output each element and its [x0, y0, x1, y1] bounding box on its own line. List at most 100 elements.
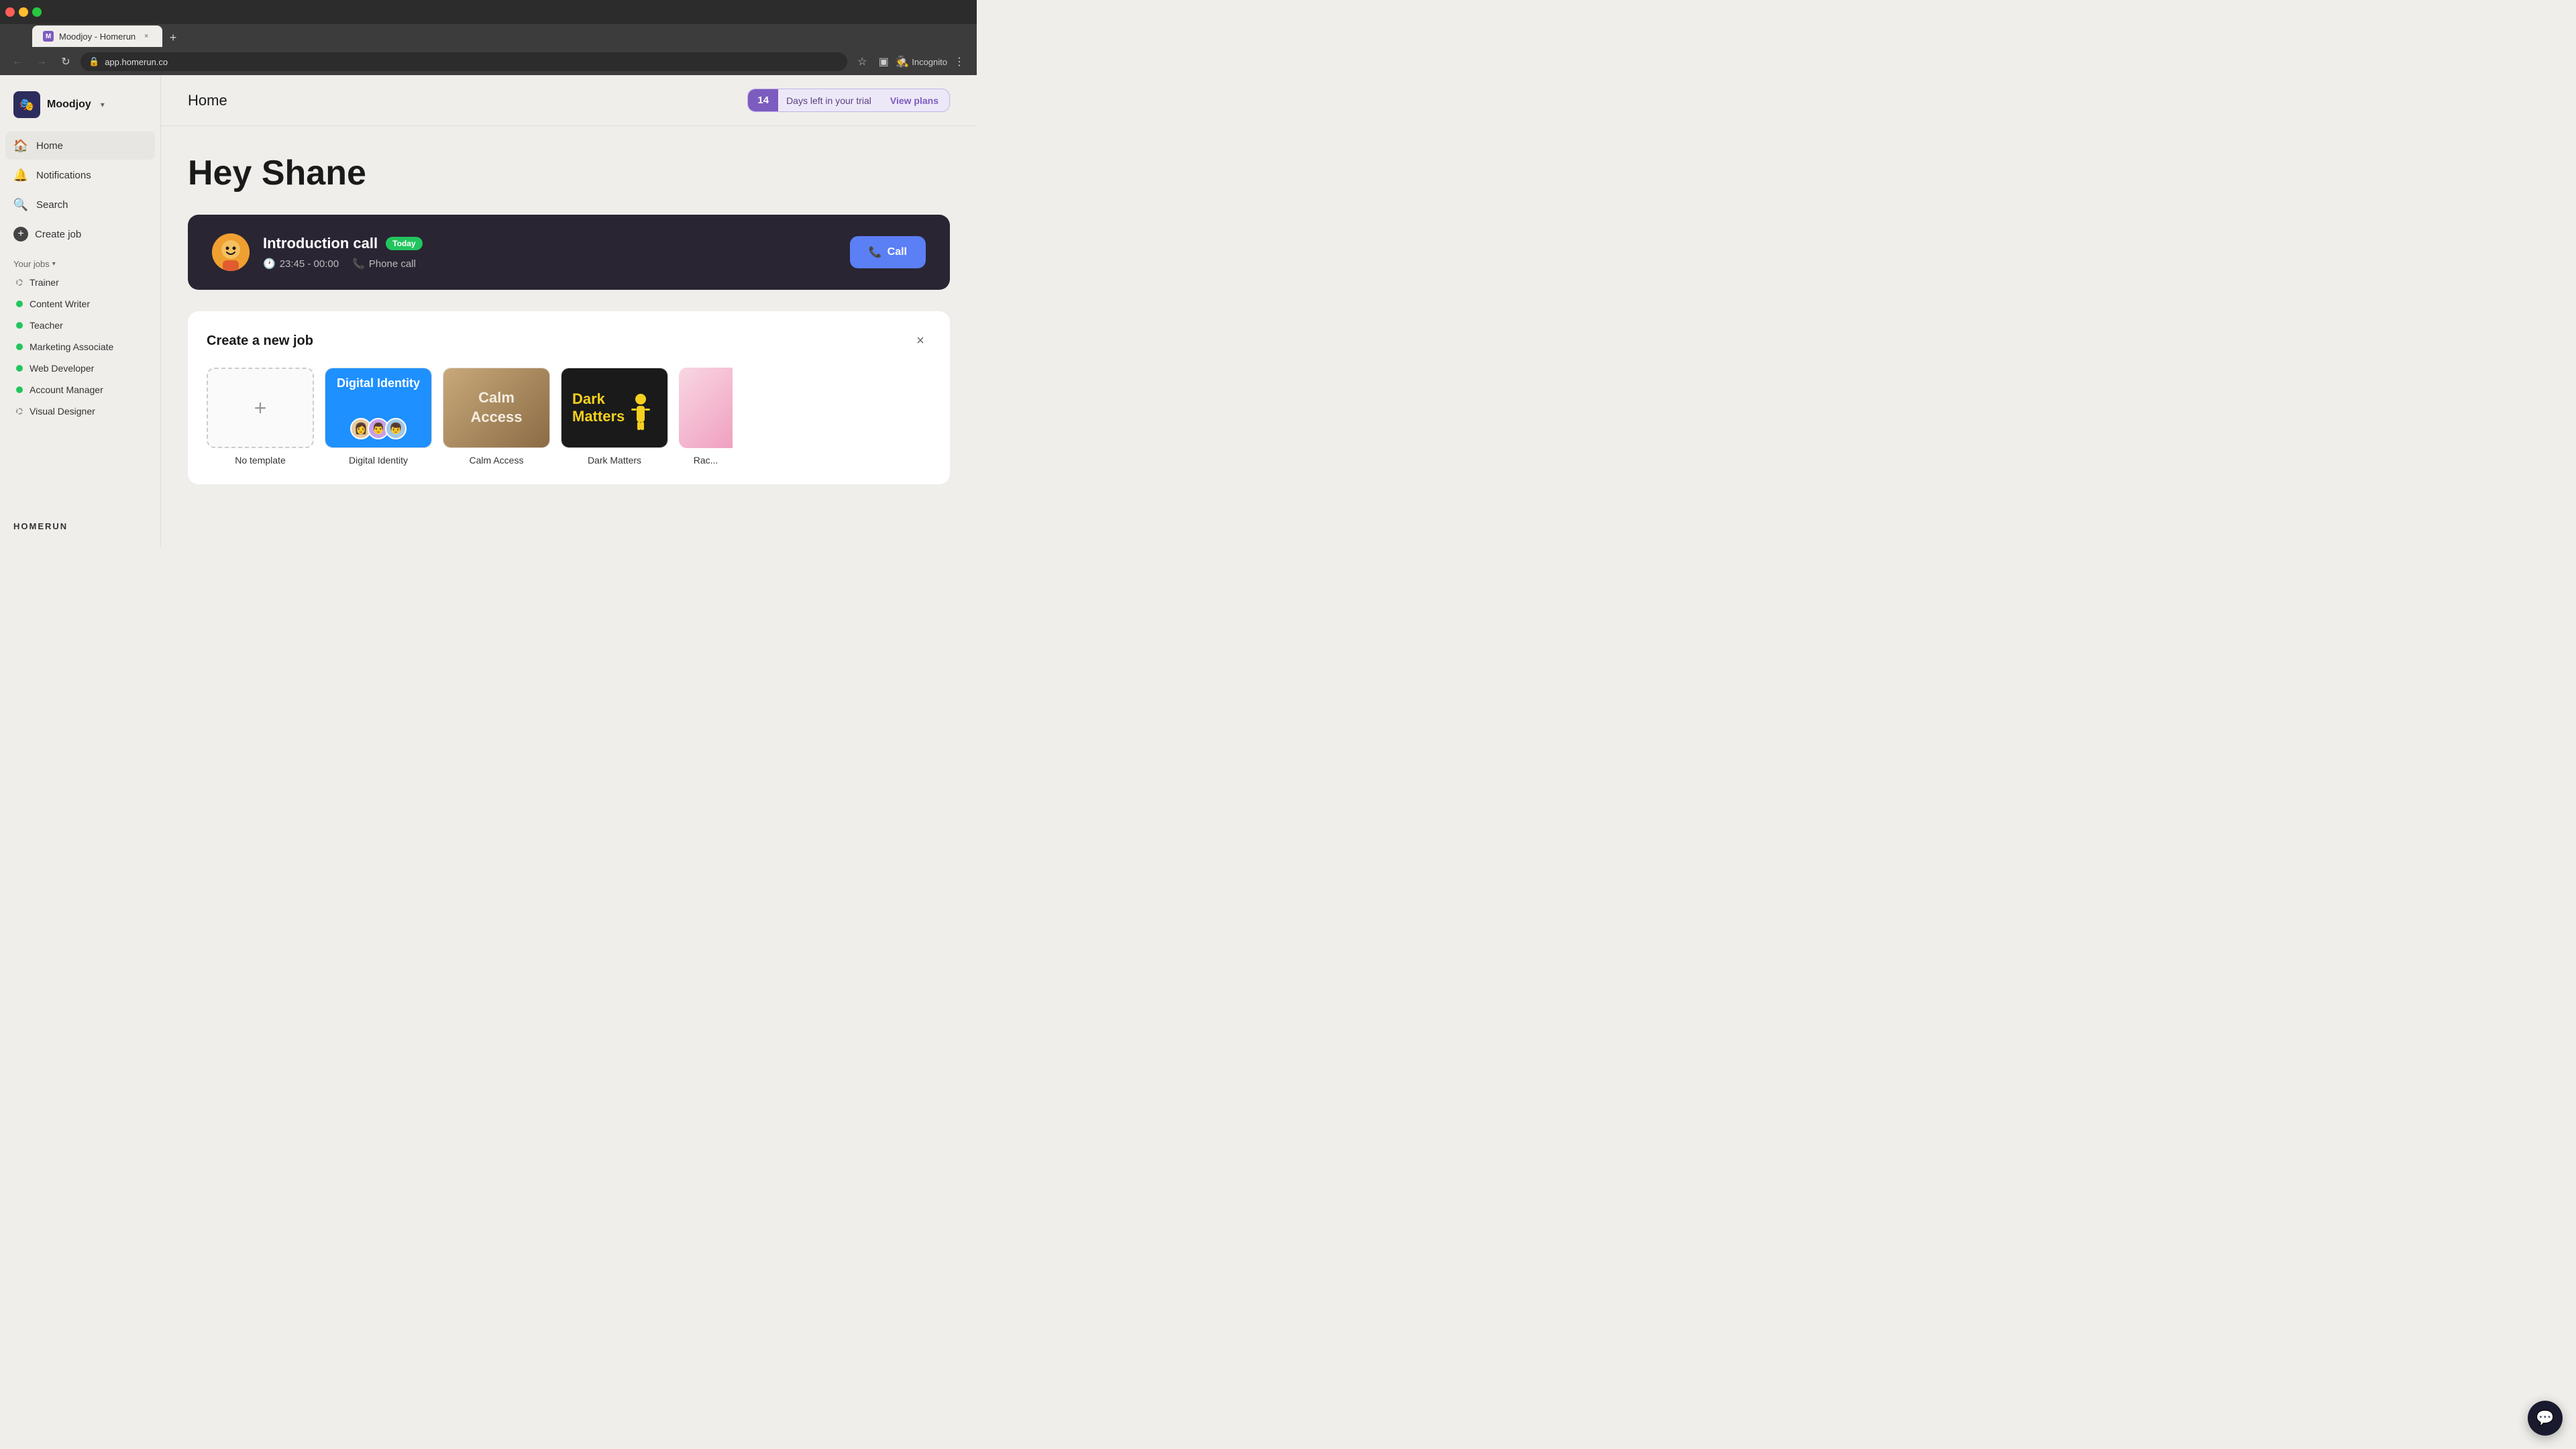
dark-matters-figure — [625, 384, 657, 431]
today-badge: Today — [386, 237, 422, 250]
sidebar-job-web-developer[interactable]: Web Developer — [3, 358, 158, 379]
job-label-content-writer: Content Writer — [30, 299, 90, 309]
plus-icon: + — [13, 227, 28, 241]
jobs-section-header: Your jobs ▾ — [0, 254, 160, 272]
home-label: Home — [36, 140, 63, 152]
home-icon: 🏠 — [13, 138, 28, 153]
notifications-label: Notifications — [36, 170, 91, 181]
sidebar-job-content-writer[interactable]: Content Writer — [3, 293, 158, 315]
create-job-section: Create a new job × + No template Digital… — [188, 311, 950, 484]
create-job-title: Create a new job — [207, 333, 313, 349]
back-button[interactable]: ← — [8, 52, 27, 71]
dark-matters-label: Dark Matters — [561, 455, 668, 466]
sidebar-nav: 🏠 Home 🔔 Notifications 🔍 Search — [0, 131, 160, 220]
template-calm-access[interactable]: CalmAccess Calm Access — [443, 368, 550, 466]
job-dot-account-manager — [16, 386, 23, 393]
dark-matters-text: DarkMatters — [572, 390, 625, 426]
chat-bubble[interactable]: 💬 — [2528, 1401, 2563, 1436]
no-template-label: No template — [207, 455, 314, 466]
forward-button[interactable]: → — [32, 52, 51, 71]
sidebar: 🎭 Moodjoy ▾ 🏠 Home 🔔 Notifications 🔍 Sea… — [0, 75, 161, 547]
call-button[interactable]: 📞 Call — [850, 236, 926, 268]
job-dot-trainer — [16, 279, 23, 286]
job-dot-web-dev — [16, 365, 23, 372]
job-label-trainer: Trainer — [30, 277, 59, 288]
calm-access-image: CalmAccess — [443, 368, 549, 447]
reload-button[interactable]: ↻ — [56, 52, 75, 71]
incognito-indicator: 🕵 Incognito — [896, 55, 947, 68]
job-dot-visual-designer — [16, 408, 23, 415]
window-minimize-btn[interactable] — [19, 7, 28, 17]
intro-call-card: Introduction call Today 🕐 23:45 - 00:00 … — [188, 215, 950, 290]
page-title: Home — [188, 92, 227, 109]
address-bar-row: ← → ↻ 🔒 app.homerun.co ☆ ▣ 🕵 Incognito ⋮ — [0, 48, 977, 75]
create-job-button[interactable]: + Create job — [5, 220, 155, 248]
job-label-web-dev: Web Developer — [30, 363, 94, 374]
sidebar-item-search[interactable]: 🔍 Search — [5, 191, 155, 219]
jobs-chevron-icon: ▾ — [52, 260, 56, 268]
tab-favicon: M — [43, 31, 54, 42]
sidebar-item-home[interactable]: 🏠 Home — [5, 131, 155, 160]
content-area: Hey Shane — [161, 126, 977, 547]
reader-view-btn[interactable]: ▣ — [874, 52, 893, 71]
search-label: Search — [36, 199, 68, 211]
active-tab[interactable]: M Moodjoy - Homerun × — [32, 25, 162, 47]
browser-window-controls — [0, 0, 977, 24]
partial-label: Rac... — [679, 455, 733, 466]
trial-badge: 14 Days left in your trial View plans — [747, 89, 950, 112]
call-type: 📞 Phone call — [352, 258, 416, 270]
tab-bar: M Moodjoy - Homerun × + — [0, 24, 977, 48]
job-dot-marketing — [16, 343, 23, 350]
org-chevron-icon: ▾ — [101, 100, 105, 109]
menu-btn[interactable]: ⋮ — [950, 52, 969, 71]
org-name: Moodjoy — [47, 99, 91, 111]
sidebar-job-teacher[interactable]: Teacher — [3, 315, 158, 336]
template-no-template[interactable]: + No template — [207, 368, 314, 466]
main-content: Home 14 Days left in your trial View pla… — [161, 75, 977, 547]
job-label-account-manager: Account Manager — [30, 384, 103, 395]
create-job-header: Create a new job × — [207, 330, 931, 352]
chat-icon: 💬 — [2536, 1409, 2554, 1427]
phone-icon: 📞 — [352, 258, 365, 270]
bell-icon: 🔔 — [13, 168, 28, 182]
calm-access-text: CalmAccess — [470, 388, 522, 427]
sidebar-job-account-manager[interactable]: Account Manager — [3, 379, 158, 400]
tab-title: Moodjoy - Homerun — [59, 32, 136, 42]
job-label-visual-designer: Visual Designer — [30, 406, 95, 417]
job-dot-teacher — [16, 322, 23, 329]
trial-count: 14 — [748, 89, 778, 111]
top-header: Home 14 Days left in your trial View pla… — [161, 75, 977, 126]
template-partial[interactable]: Rac... — [679, 368, 733, 466]
sidebar-job-marketing-associate[interactable]: Marketing Associate — [3, 336, 158, 358]
sidebar-item-notifications[interactable]: 🔔 Notifications — [5, 161, 155, 189]
close-create-job-button[interactable]: × — [910, 330, 931, 352]
template-dark-matters[interactable]: DarkMatters — [561, 368, 668, 466]
bookmark-btn[interactable]: ☆ — [853, 52, 871, 71]
org-header[interactable]: 🎭 Moodjoy ▾ — [0, 86, 160, 131]
new-tab-button[interactable]: + — [164, 28, 182, 47]
search-icon: 🔍 — [13, 197, 28, 212]
clock-icon: 🕐 — [263, 258, 276, 270]
call-time: 🕐 23:45 - 00:00 — [263, 258, 339, 270]
digital-identity-label: Digital Identity — [325, 455, 432, 466]
calm-access-label: Calm Access — [443, 455, 550, 466]
template-digital-identity[interactable]: Digital Identity 👩 👨 👦 Digital Identity — [325, 368, 432, 466]
view-plans-link[interactable]: View plans — [879, 90, 949, 111]
homerun-logo: HOMERUN — [0, 511, 160, 537]
digital-identity-text: Digital Identity — [337, 376, 420, 391]
call-phone-icon: 📞 — [869, 246, 882, 259]
call-info: Introduction call Today 🕐 23:45 - 00:00 … — [263, 235, 423, 270]
call-avatar — [212, 233, 250, 271]
window-maximize-btn[interactable] — [32, 7, 42, 17]
call-title: Introduction call — [263, 235, 378, 252]
sidebar-job-trainer[interactable]: Trainer — [3, 272, 158, 293]
job-label-marketing: Marketing Associate — [30, 341, 113, 352]
sidebar-job-visual-designer[interactable]: Visual Designer — [3, 400, 158, 422]
trial-text: Days left in your trial — [778, 90, 879, 111]
window-close-btn[interactable] — [5, 7, 15, 17]
address-bar[interactable]: 🔒 app.homerun.co — [80, 52, 847, 71]
tab-close-btn[interactable]: × — [141, 31, 152, 42]
job-dot-content-writer — [16, 301, 23, 307]
no-template-box: + — [207, 368, 314, 448]
avatar-illustration — [212, 233, 250, 271]
